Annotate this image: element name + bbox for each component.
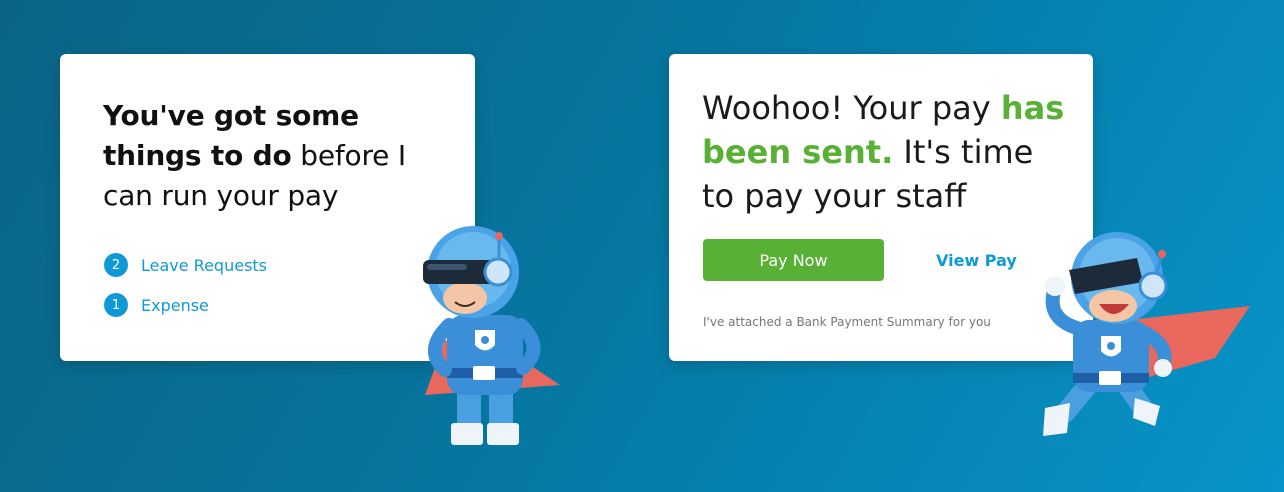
view-pay-link[interactable]: View Pay — [936, 251, 1017, 270]
count-badge: 2 — [104, 253, 128, 277]
todo-item-expense[interactable]: 1 Expense — [104, 293, 209, 317]
todo-label: Leave Requests — [141, 255, 268, 275]
todo-label: Expense — [141, 295, 209, 315]
todo-headline: You've got some things to do before I ca… — [103, 96, 433, 216]
pay-sent-headline-part1: Woohoo! Your pay — [702, 89, 1001, 127]
mascot-standing-icon — [423, 226, 560, 445]
count-badge: 1 — [104, 293, 128, 317]
pay-now-button[interactable]: Pay Now — [703, 239, 884, 281]
todo-item-leave-requests[interactable]: 2 Leave Requests — [104, 253, 267, 277]
pay-sent-headline: Woohoo! Your pay has been sent. It's tim… — [702, 86, 1072, 218]
bank-summary-note: I've attached a Bank Payment Summary for… — [703, 315, 991, 329]
mascot-jumping-icon — [1043, 232, 1250, 436]
